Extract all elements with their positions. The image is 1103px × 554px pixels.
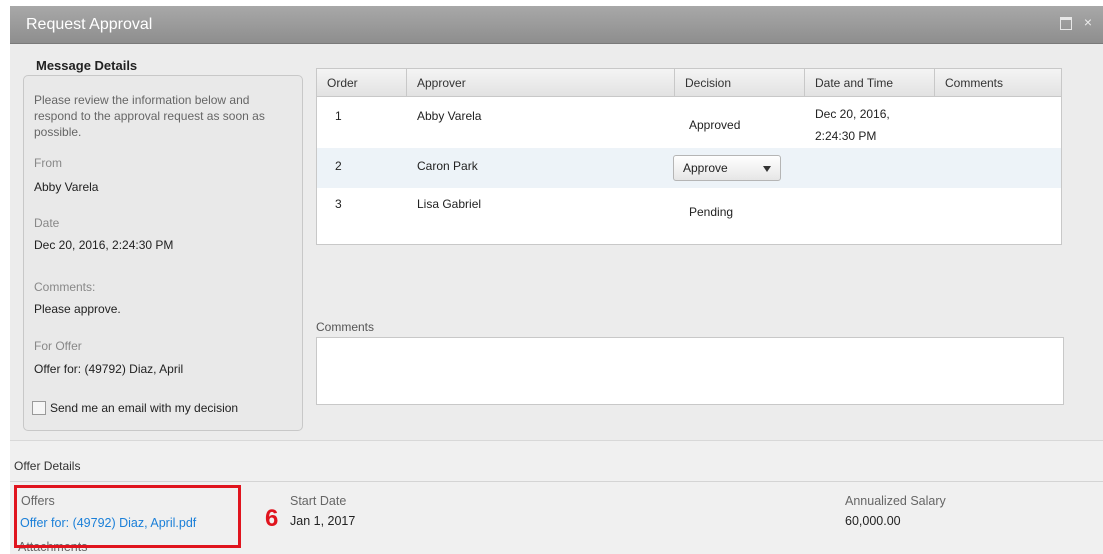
offer-value: Offer for: (49792) Diaz, April bbox=[34, 362, 184, 376]
row-order: 3 bbox=[335, 197, 342, 211]
table-header: Order Approver Decision Date and Time Co… bbox=[317, 69, 1061, 97]
annotation-highlight-box bbox=[14, 485, 241, 548]
comments-label: Comments: bbox=[34, 280, 96, 294]
row-decision: Approved bbox=[689, 118, 741, 132]
row-datetime-date: Dec 20, 2016, bbox=[815, 107, 890, 121]
approvers-table: Order Approver Decision Date and Time Co… bbox=[316, 68, 1062, 245]
date-label: Date bbox=[34, 216, 60, 230]
dialog-body: Message Details Please review the inform… bbox=[10, 44, 1103, 440]
maximize-icon[interactable] bbox=[1059, 15, 1073, 30]
comments-value: Please approve. bbox=[34, 302, 121, 316]
annotation-step-number: 6 bbox=[265, 505, 279, 532]
email-decision-option[interactable]: Send me an email with my decision bbox=[32, 401, 238, 415]
column-header-datetime[interactable]: Date and Time bbox=[805, 69, 935, 97]
message-intro: Please review the information below and … bbox=[34, 93, 265, 139]
start-date-value: Jan 1, 2017 bbox=[290, 514, 356, 528]
salary-value: 60,000.00 bbox=[845, 514, 901, 528]
window-title: Request Approval bbox=[26, 16, 153, 33]
divider bbox=[10, 481, 1103, 482]
start-date-label: Start Date bbox=[290, 494, 347, 508]
chevron-down-icon bbox=[763, 166, 771, 172]
decision-select-value: Approve bbox=[683, 161, 728, 175]
column-header-approver[interactable]: Approver bbox=[407, 69, 675, 97]
close-icon[interactable]: × bbox=[1081, 15, 1095, 29]
email-decision-checkbox[interactable] bbox=[32, 401, 46, 415]
table-row[interactable]: 1 Abby Varela Approved Dec 20, 2016, 2:2… bbox=[317, 98, 1061, 148]
row-datetime-time: 2:24:30 PM bbox=[815, 129, 877, 143]
from-value: Abby Varela bbox=[34, 180, 99, 194]
row-decision: Pending bbox=[689, 205, 734, 219]
message-details-title: Message Details bbox=[36, 58, 138, 73]
window-controls: × bbox=[1059, 15, 1095, 30]
email-decision-label: Send me an email with my decision bbox=[50, 401, 239, 415]
column-header-decision[interactable]: Decision bbox=[675, 69, 805, 97]
message-details-panel: Please review the information below and … bbox=[23, 75, 303, 431]
row-order: 1 bbox=[335, 109, 342, 123]
comments-input[interactable] bbox=[316, 337, 1064, 405]
decision-select[interactable]: Approve bbox=[673, 155, 781, 181]
table-row[interactable]: 2 Caron Park Approve bbox=[317, 148, 1061, 188]
salary-label: Annualized Salary bbox=[845, 494, 946, 508]
table-row[interactable]: 3 Lisa Gabriel Pending bbox=[317, 188, 1061, 228]
row-approver: Abby Varela bbox=[417, 109, 482, 123]
column-header-order[interactable]: Order bbox=[317, 69, 407, 97]
offer-details-title: Offer Details bbox=[14, 459, 81, 473]
offer-label: For Offer bbox=[34, 339, 82, 353]
offer-details-section: Offer Details Offers Offer for: (49792) … bbox=[10, 440, 1103, 554]
window-title-bar: Request Approval × bbox=[10, 6, 1103, 44]
row-order: 2 bbox=[335, 159, 342, 173]
from-label: From bbox=[34, 156, 62, 170]
row-approver: Caron Park bbox=[417, 159, 478, 173]
comments-field-label: Comments bbox=[316, 320, 375, 334]
date-value: Dec 20, 2016, 2:24:30 PM bbox=[34, 238, 174, 252]
row-approver: Lisa Gabriel bbox=[417, 197, 482, 211]
column-header-comments[interactable]: Comments bbox=[935, 69, 1061, 97]
